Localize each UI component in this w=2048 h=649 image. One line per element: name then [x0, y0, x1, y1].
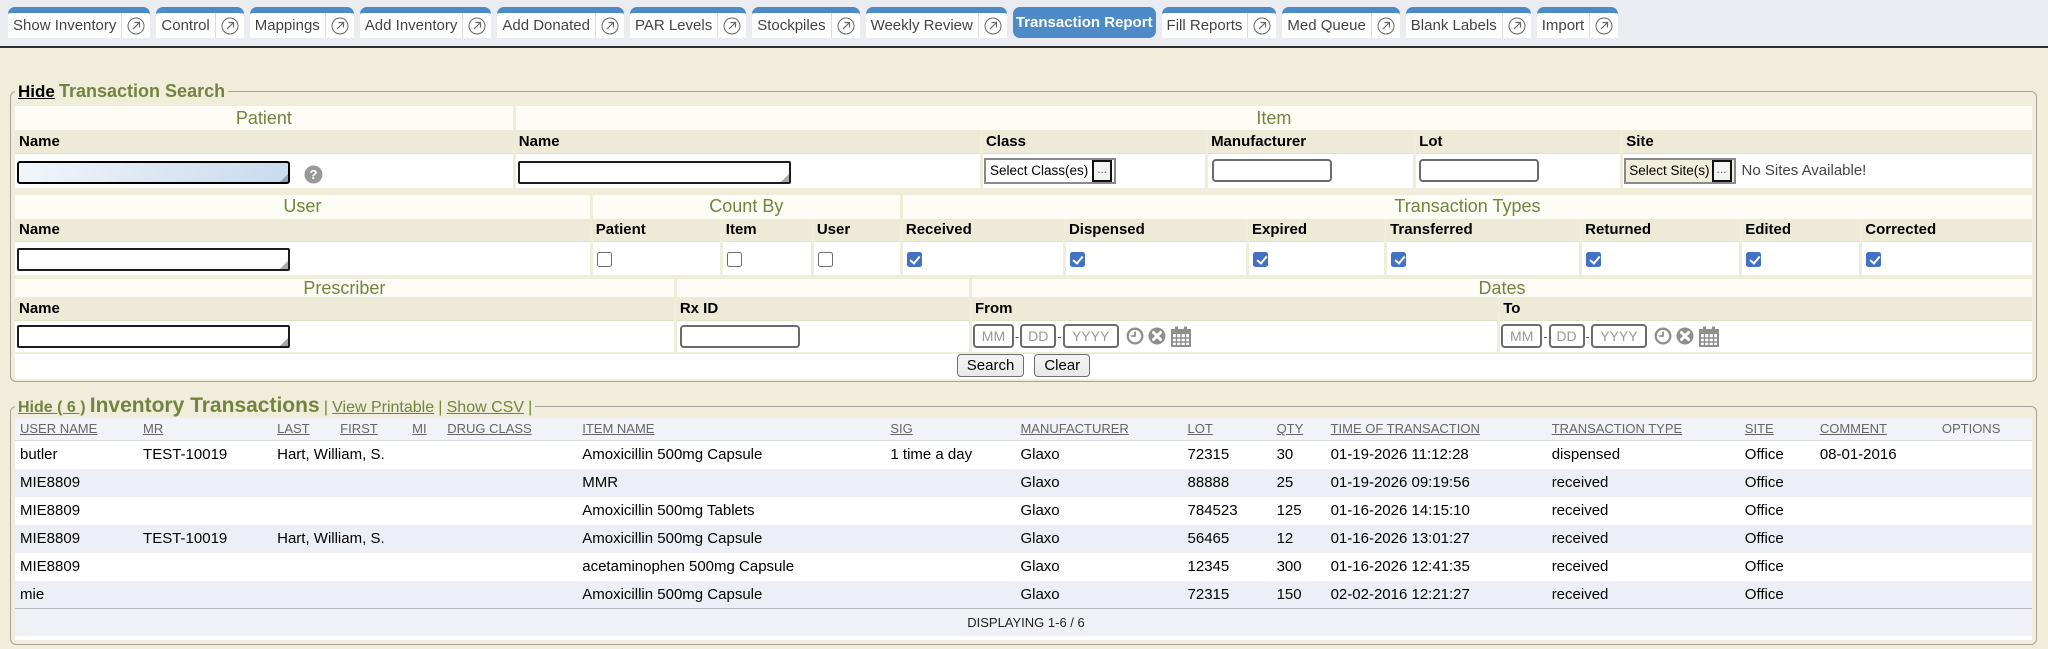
svg-text:?: ?	[310, 167, 318, 182]
